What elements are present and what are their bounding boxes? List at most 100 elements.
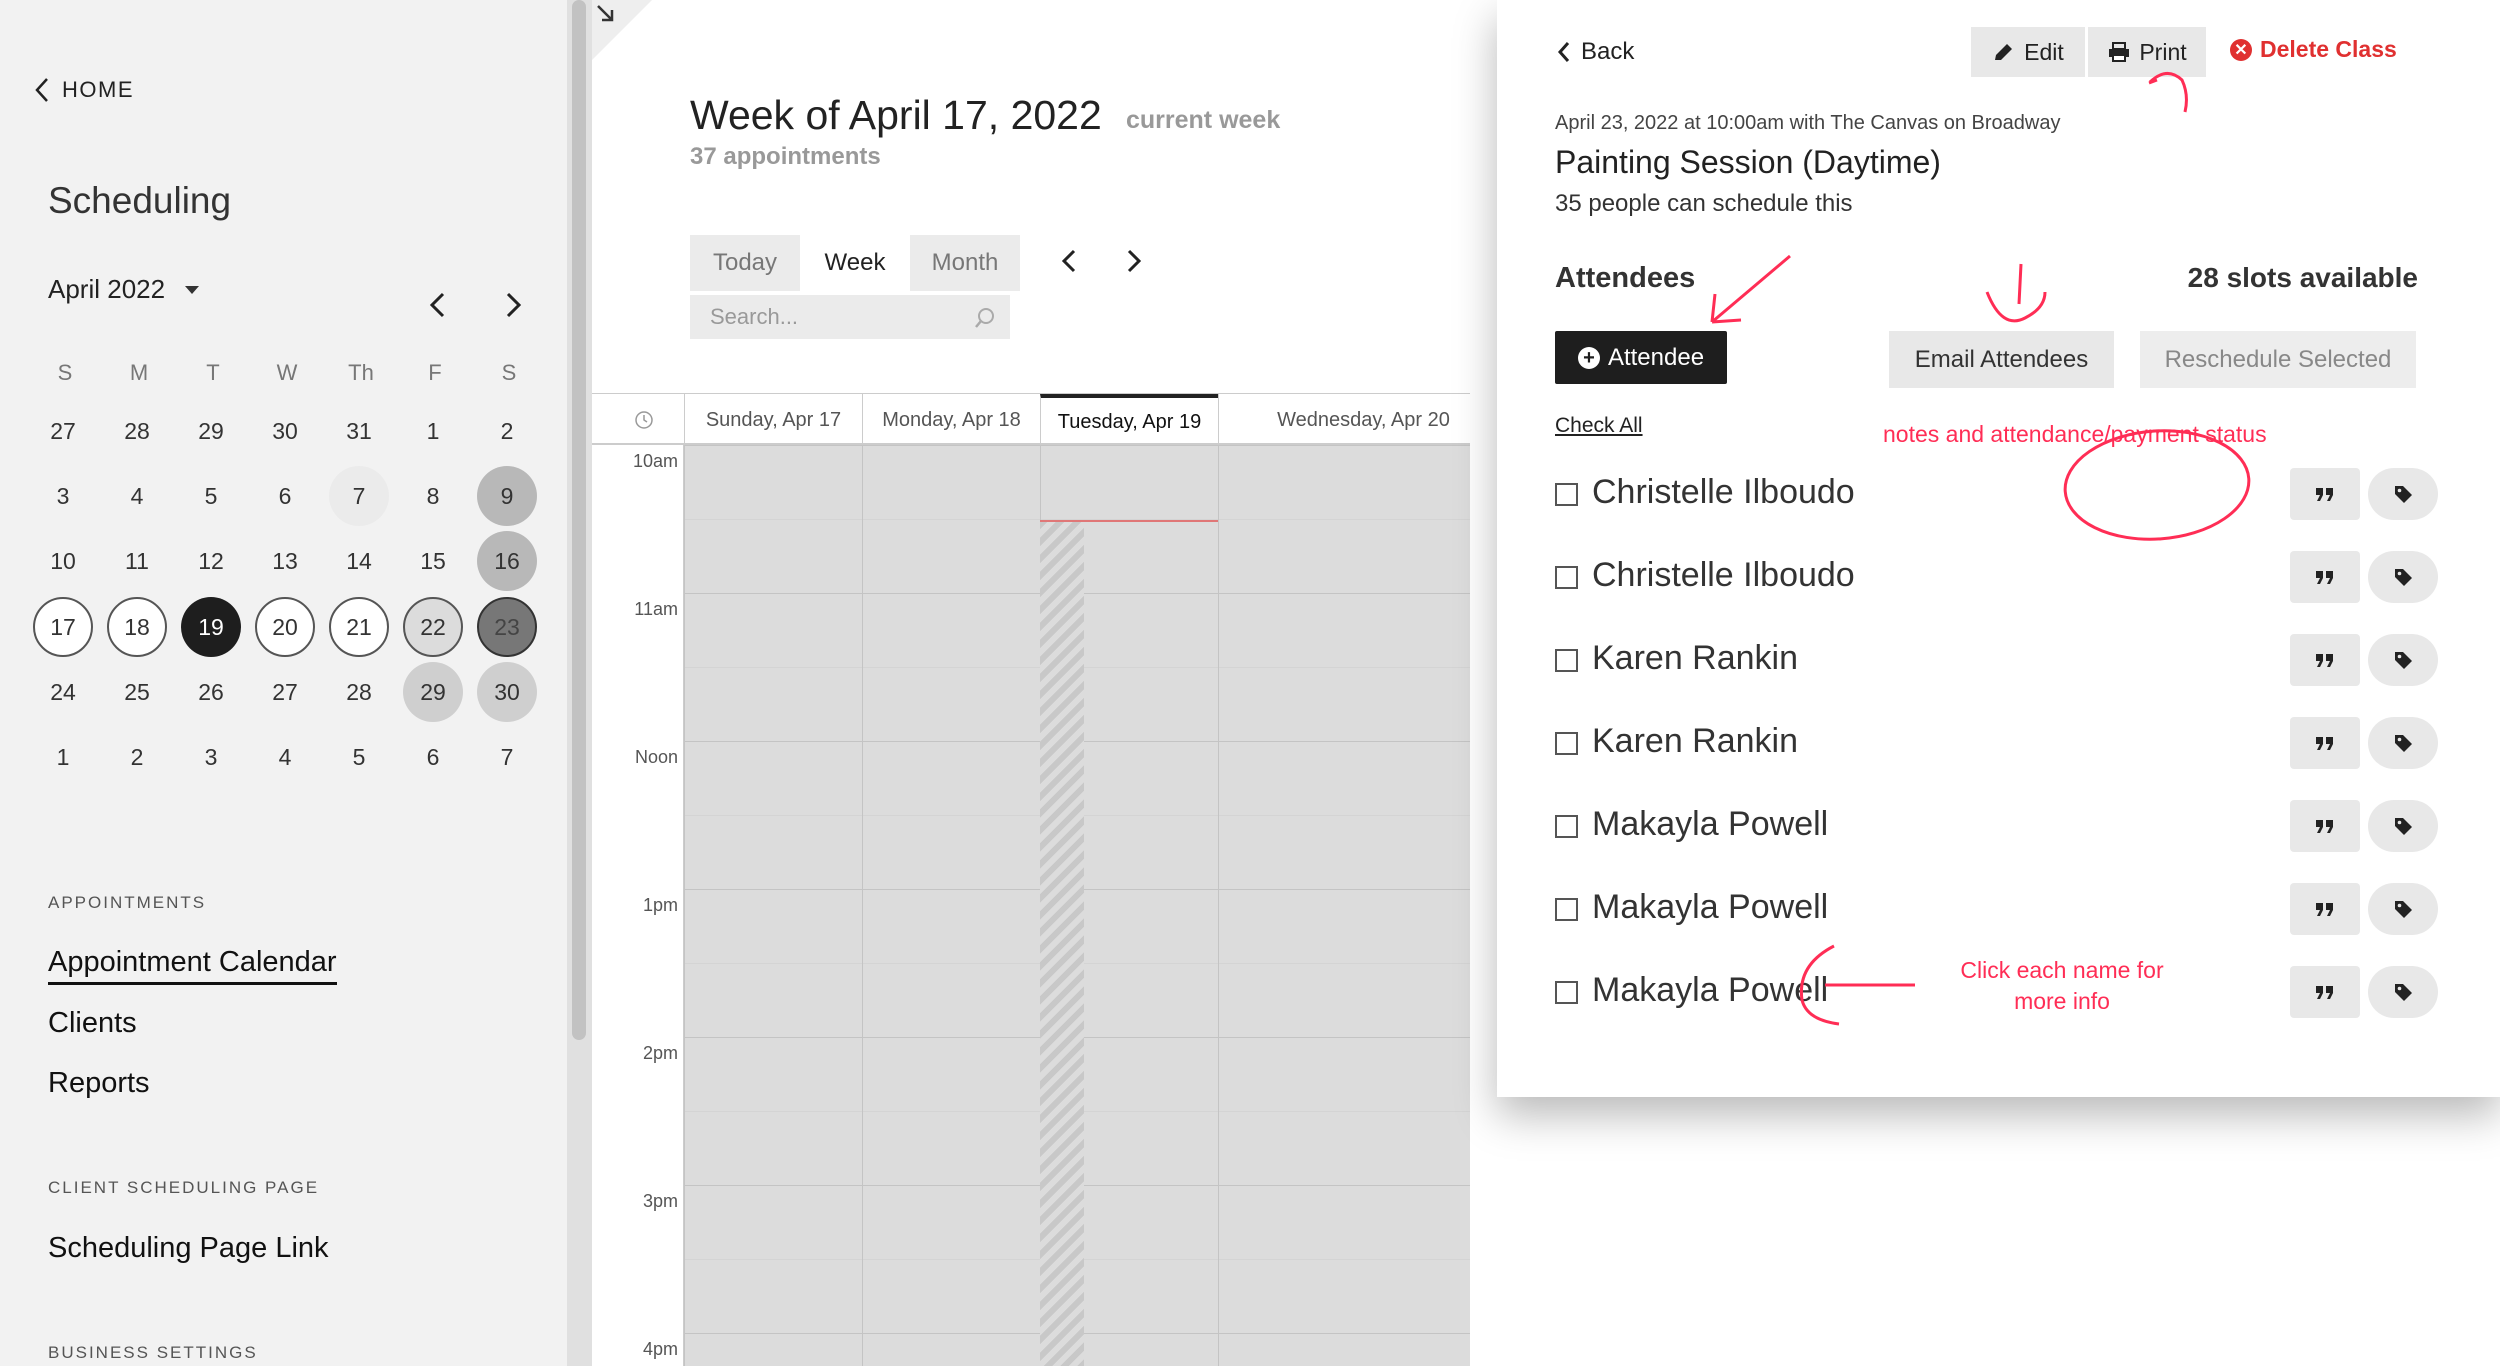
day-header-sunday[interactable]: Sunday, Apr 17 [684,394,862,446]
day-header-tuesday[interactable]: Tuesday, Apr 19 [1040,394,1218,446]
nav-appointment-calendar[interactable]: Appointment Calendar [48,946,337,985]
calendar-day[interactable]: 1 [403,401,463,461]
time-label: Noon [634,747,678,767]
calendar-day[interactable]: 3 [181,727,241,787]
appointment-count: 37 appointments [690,143,881,170]
page-title: Scheduling [48,180,232,221]
calendar-day[interactable]: 31 [329,401,389,461]
month-selector[interactable]: April 2022 [48,274,200,305]
current-time-indicator [1040,520,1218,522]
weekday-label: S [501,360,517,385]
tab-month[interactable]: Month [910,235,1020,291]
calendar-day[interactable]: 30 [255,401,315,461]
home-label: HOME [62,77,134,102]
tab-week[interactable]: Week [800,235,910,291]
client-scheduling-section-label: CLIENT SCHEDULING PAGE [48,1178,320,1197]
weekday-label: Th [348,360,374,385]
calendar-day[interactable]: 30 [477,662,537,722]
prev-month-button[interactable] [424,290,454,320]
sidebar: HOME Scheduling April 2022 S M T W Th F S 27 28… [0,0,567,1366]
calendar-day[interactable]: 10 [33,531,93,591]
hour-gridline [684,445,1470,446]
view-tabs: Today Week Month [690,235,1020,291]
chevron-left-icon [1061,249,1076,273]
past-time-hatch [1040,521,1084,1366]
calendar-day[interactable]: 23 [477,597,537,657]
calendar-day[interactable]: 16 [477,531,537,591]
next-week-button[interactable] [1120,246,1146,276]
annotation-doodles [1710,72,2251,1026]
time-label: 10am [632,451,678,471]
calendar-day[interactable]: 5 [181,466,241,526]
time-label: 11am [634,599,678,619]
chevron-right-icon [506,292,522,318]
calendar-day[interactable]: 20 [255,597,315,657]
calendar-day[interactable]: 26 [181,662,241,722]
weekday-label: T [206,360,220,385]
calendar-day[interactable]: 22 [403,597,463,657]
calendar-day[interactable]: 27 [33,401,93,461]
weekday-label: S [57,360,73,385]
calendar-day[interactable]: 25 [107,662,167,722]
calendar-day[interactable]: 19 [181,597,241,657]
appointments-section-label: APPOINTMENTS [48,893,207,912]
calendar-day[interactable]: 4 [255,727,315,787]
calendar-day[interactable]: 7 [477,727,537,787]
weekday-label: M [129,360,149,385]
calendar-day[interactable]: 29 [403,662,463,722]
day-header-row: Sunday, Apr 17 Monday, Apr 18 Tuesday, A… [592,393,1470,446]
calendar-day[interactable]: 6 [255,466,315,526]
time-label: 4pm [642,1339,678,1359]
calendar-day[interactable]: 13 [255,531,315,591]
calendar-day[interactable]: 3 [33,466,93,526]
calendar-day[interactable]: 4 [107,466,167,526]
clock-icon [635,411,653,429]
calendar-day[interactable]: 7 [329,466,389,526]
nav-scheduling-page-link[interactable]: Scheduling Page Link [48,1232,329,1265]
chevron-left-icon [429,292,445,318]
calendar-day[interactable]: 17 [33,597,93,657]
month-label: April 2022 [48,274,166,304]
tab-today[interactable]: Today [690,235,800,291]
calendar-day[interactable]: 28 [329,662,389,722]
calendar-day[interactable]: 15 [403,531,463,591]
caret-down-icon [185,285,200,294]
day-header-wednesday[interactable]: Wednesday, Apr 20 [1218,394,1470,446]
day-column-divider [684,445,685,1366]
calendar-day[interactable]: 21 [329,597,389,657]
chevron-left-icon [35,78,48,102]
sidebar-scrollbar-thumb[interactable] [572,0,586,1040]
calendar-day[interactable]: 12 [181,531,241,591]
current-week-label: current week [1126,106,1281,134]
calendar-day[interactable]: 5 [329,727,389,787]
week-calendar-grid[interactable]: Sunday, Apr 17 Monday, Apr 18 Tuesday, A… [592,393,1470,1366]
day-column-divider [1218,445,1219,1366]
calendar-day[interactable]: 27 [255,662,315,722]
week-title: Week of April 17, 2022 [690,92,1102,138]
calendar-day[interactable]: 28 [107,401,167,461]
calendar-day[interactable]: 9 [477,466,537,526]
weekday-label: W [276,360,298,385]
calendar-day[interactable]: 29 [181,401,241,461]
calendar-day[interactable]: 6 [403,727,463,787]
calendar-day[interactable]: 14 [329,531,389,591]
home-link[interactable]: HOME [34,77,134,103]
calendar-day[interactable]: 1 [33,727,93,787]
nav-clients[interactable]: Clients [48,1007,137,1040]
calendar-day[interactable]: 18 [107,597,167,657]
business-settings-section-label: BUSINESS SETTINGS [48,1343,258,1362]
calendar-day[interactable]: 8 [403,466,463,526]
nav-reports[interactable]: Reports [48,1067,150,1100]
calendar-day[interactable]: 2 [107,727,167,787]
day-header-monday[interactable]: Monday, Apr 18 [862,394,1040,446]
calendar-day[interactable]: 24 [33,662,93,722]
next-month-button[interactable] [497,290,527,320]
time-label: 2pm [642,1043,678,1063]
class-detail-panel: Back Edit Print ✕ Delete Class April 23,… [1497,0,2500,1097]
prev-week-button[interactable] [1057,246,1083,276]
calendar-day[interactable]: 2 [477,401,537,461]
search-input[interactable]: Search... [690,295,1010,339]
time-label: 1pm [642,895,678,915]
collapse-arrow-icon[interactable] [592,0,652,60]
calendar-day[interactable]: 11 [107,531,167,591]
